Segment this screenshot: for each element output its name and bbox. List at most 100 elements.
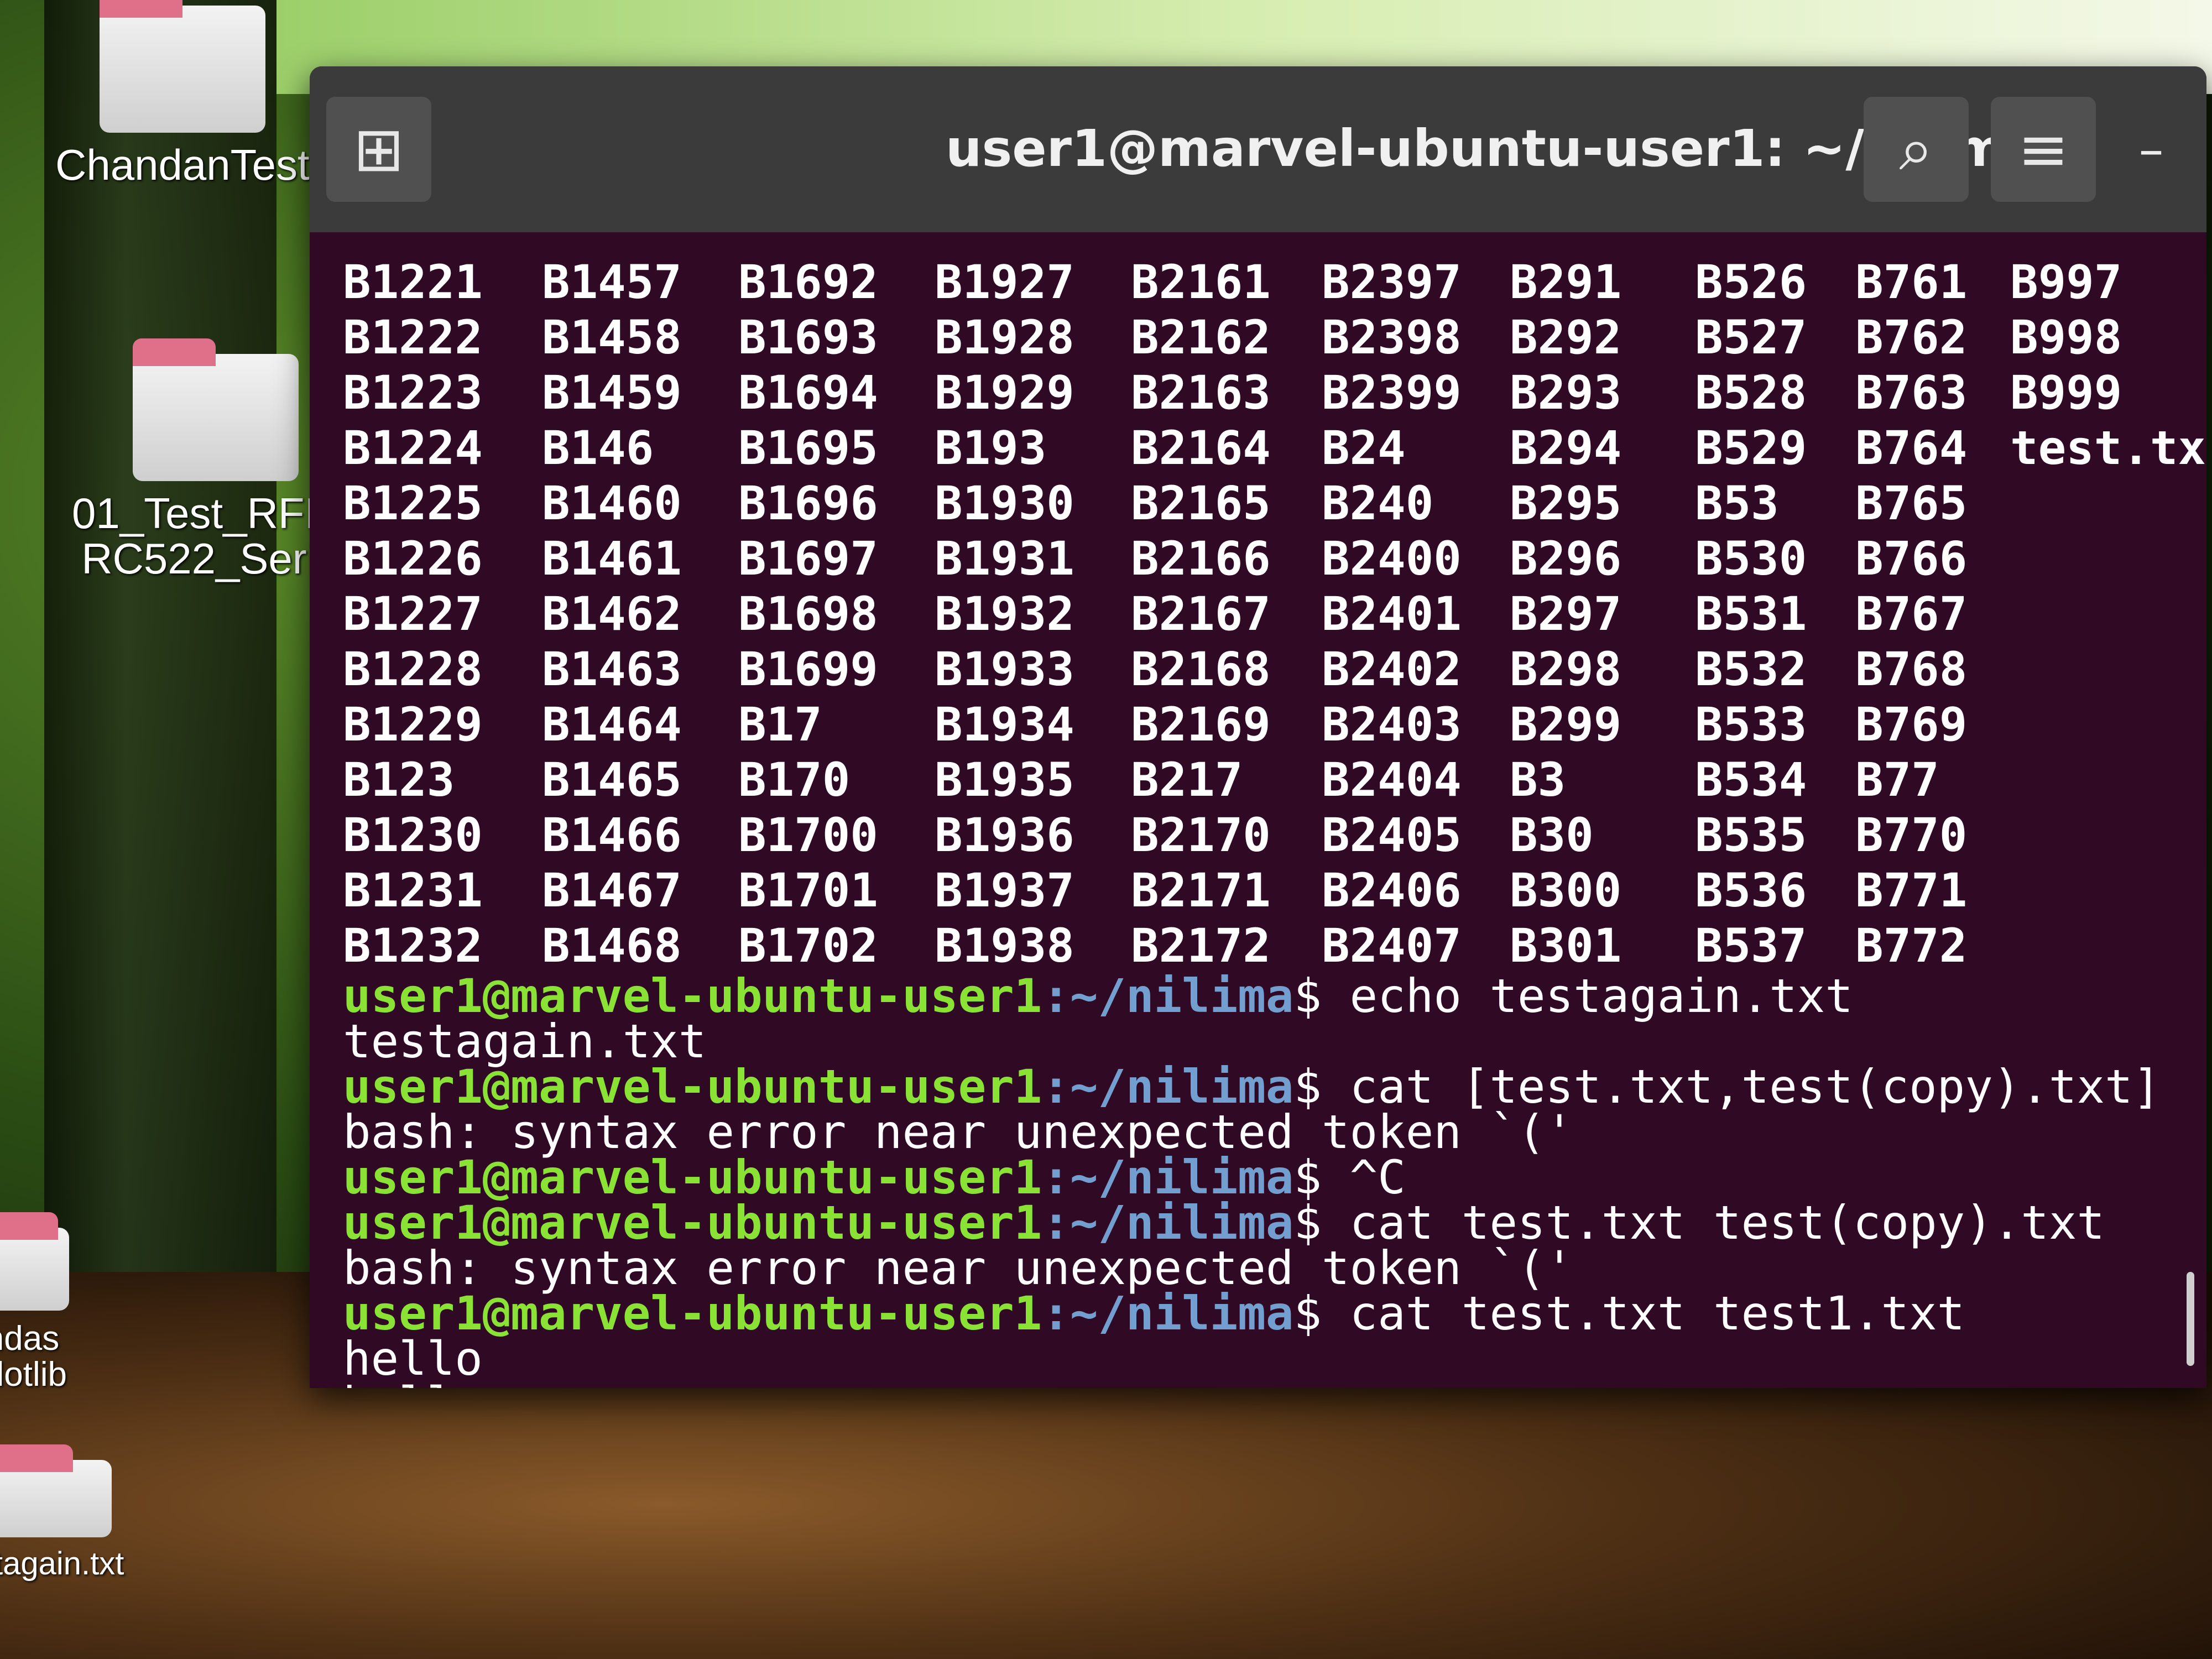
ls-entry: B1929	[935, 366, 1074, 420]
ls-entry: B1927	[935, 255, 1074, 309]
ls-entry: B2398	[1322, 310, 1462, 364]
ls-entry: B531	[1695, 587, 1807, 641]
ls-entry: B1932	[935, 587, 1074, 641]
ls-entry: B1694	[738, 366, 878, 420]
menu-button[interactable]: ≡	[1991, 97, 2096, 202]
ls-entry: B536	[1695, 863, 1807, 917]
ls-entry	[2010, 863, 2176, 918]
ls-entry: B530	[1695, 531, 1807, 586]
ls-entry: B299	[1510, 697, 1622, 752]
ls-entry: B2171	[1131, 863, 1271, 917]
search-icon: ⌕	[1899, 113, 1933, 184]
output-line: testagain.txt	[343, 1014, 707, 1068]
ls-entry: B2401	[1322, 587, 1462, 641]
ls-entry: B123	[343, 753, 455, 807]
ls-entry: B240	[1322, 476, 1434, 530]
ls-entry: B2170	[1131, 808, 1271, 862]
ls-entry: B2404	[1322, 753, 1462, 807]
ls-entry: B1225	[343, 476, 483, 530]
window-titlebar[interactable]: ⊞ user1@marvel-ubuntu-user1: ~/nilima ⌕ …	[310, 66, 2206, 232]
ls-entry: B529	[1695, 421, 1807, 475]
prompt-path: :~/nilima	[1042, 1286, 1294, 1340]
ls-entry: B761	[1855, 255, 1968, 309]
ls-entry: B997	[2010, 255, 2122, 309]
ls-entry: test.txt	[2010, 421, 2206, 475]
ls-entry: B535	[1695, 808, 1807, 862]
ls-entry: B1466	[542, 808, 682, 862]
ls-entry: B532	[1695, 642, 1807, 696]
ls-entry: B1937	[935, 863, 1074, 917]
ls-entry	[2010, 918, 2176, 973]
ls-entry	[2010, 586, 2176, 641]
ls-entry: B2166	[1131, 531, 1271, 586]
ls-entry: B2400	[1322, 531, 1462, 586]
ls-entry: B300	[1510, 863, 1622, 917]
ls-entry: B1695	[738, 421, 878, 475]
ls-entry: B1460	[542, 476, 682, 530]
new-tab-button[interactable]: ⊞	[326, 97, 431, 202]
ls-entry: B1935	[935, 753, 1074, 807]
terminal-scrollbar[interactable]	[2187, 1272, 2194, 1366]
ls-entry: B2405	[1322, 808, 1462, 862]
terminal-window[interactable]: ⊞ user1@marvel-ubuntu-user1: ~/nilima ⌕ …	[310, 66, 2206, 1388]
ls-entry: B2407	[1322, 919, 1462, 973]
prompt-path: :~/nilima	[1042, 969, 1294, 1023]
ls-entry: B2167	[1131, 587, 1271, 641]
hamburger-icon: ≡	[2017, 114, 2069, 185]
ls-entry: B1459	[542, 366, 682, 420]
new-tab-icon: ⊞	[353, 114, 405, 185]
search-button[interactable]: ⌕	[1864, 97, 1969, 202]
ls-entry: B769	[1855, 697, 1968, 752]
ls-entry: B217	[1131, 753, 1243, 807]
ls-entry: B1933	[935, 642, 1074, 696]
output-line: bash: syntax error near unexpected token…	[343, 1241, 1574, 1295]
output-line: bash: syntax error near unexpected token…	[343, 1105, 1574, 1159]
ls-entry: B3	[1510, 753, 1566, 807]
prompt-line: user1@marvel-ubuntu-user1:~/nilima$ echo…	[343, 973, 2206, 1019]
folder-icon	[99, 0, 265, 133]
terminal-output[interactable]: B1221 B1457 B1692 B1927 B2161 B2397 B291 B526 B7…	[310, 232, 2206, 1388]
ls-entry: B1228	[343, 642, 483, 696]
file-icon	[0, 1444, 112, 1537]
desktop-icon-label: stagain.txt	[0, 1546, 124, 1582]
ls-entry: B1463	[542, 642, 682, 696]
ls-entry: B295	[1510, 476, 1622, 530]
ls-entry: B30	[1510, 808, 1594, 862]
ls-entry	[2010, 752, 2176, 807]
ls-entry: B24	[1322, 421, 1406, 475]
desktop-item-plotlib[interactable]: ndas plotlib	[0, 1212, 77, 1392]
ls-entry: B998	[2010, 310, 2122, 364]
ls-entry: B293	[1510, 366, 1622, 420]
desktop-folder-chandantest[interactable]: ChandanTest	[55, 0, 310, 188]
prompt-symbol: $	[1293, 969, 1350, 1023]
ls-entry: B763	[1855, 366, 1968, 420]
ls-entry: B2164	[1131, 421, 1271, 475]
ls-entry: B1702	[738, 919, 878, 973]
prompt-line: user1@marvel-ubuntu-user1:~/nilima$ cat …	[343, 1290, 2206, 1337]
ls-entry: B2403	[1322, 697, 1462, 752]
ls-entry: B2399	[1322, 366, 1462, 420]
ls-entry: B762	[1855, 310, 1968, 364]
ls-entry: B292	[1510, 310, 1622, 364]
desktop-file-testagain[interactable]: stagain.txt	[0, 1444, 124, 1582]
minimize-button[interactable]: –	[2118, 121, 2184, 179]
ls-entry: B1457	[542, 255, 682, 309]
prompt-line: user1@marvel-ubuntu-user1:~/nilima$ ^C	[343, 1154, 2206, 1201]
ls-entry: B1701	[738, 863, 878, 917]
ls-entry	[2010, 531, 2176, 586]
ls-entry: B2169	[1131, 697, 1271, 752]
ls-entry: B1458	[542, 310, 682, 364]
ls-entry: B2172	[1131, 919, 1271, 973]
ls-entry: B1931	[935, 531, 1074, 586]
ls-entry: B296	[1510, 531, 1622, 586]
ls-entry: B1464	[542, 697, 682, 752]
ls-entry: B1928	[935, 310, 1074, 364]
ls-entry: B1221	[343, 255, 483, 309]
ls-entry: B534	[1695, 753, 1807, 807]
ls-entry: B2397	[1322, 255, 1462, 309]
ls-entry: B146	[542, 421, 654, 475]
prompt-symbol: $	[1293, 1286, 1350, 1340]
ls-entry: B1223	[343, 366, 483, 420]
ls-entry: B2165	[1131, 476, 1271, 530]
ls-entry: B1230	[343, 808, 483, 862]
